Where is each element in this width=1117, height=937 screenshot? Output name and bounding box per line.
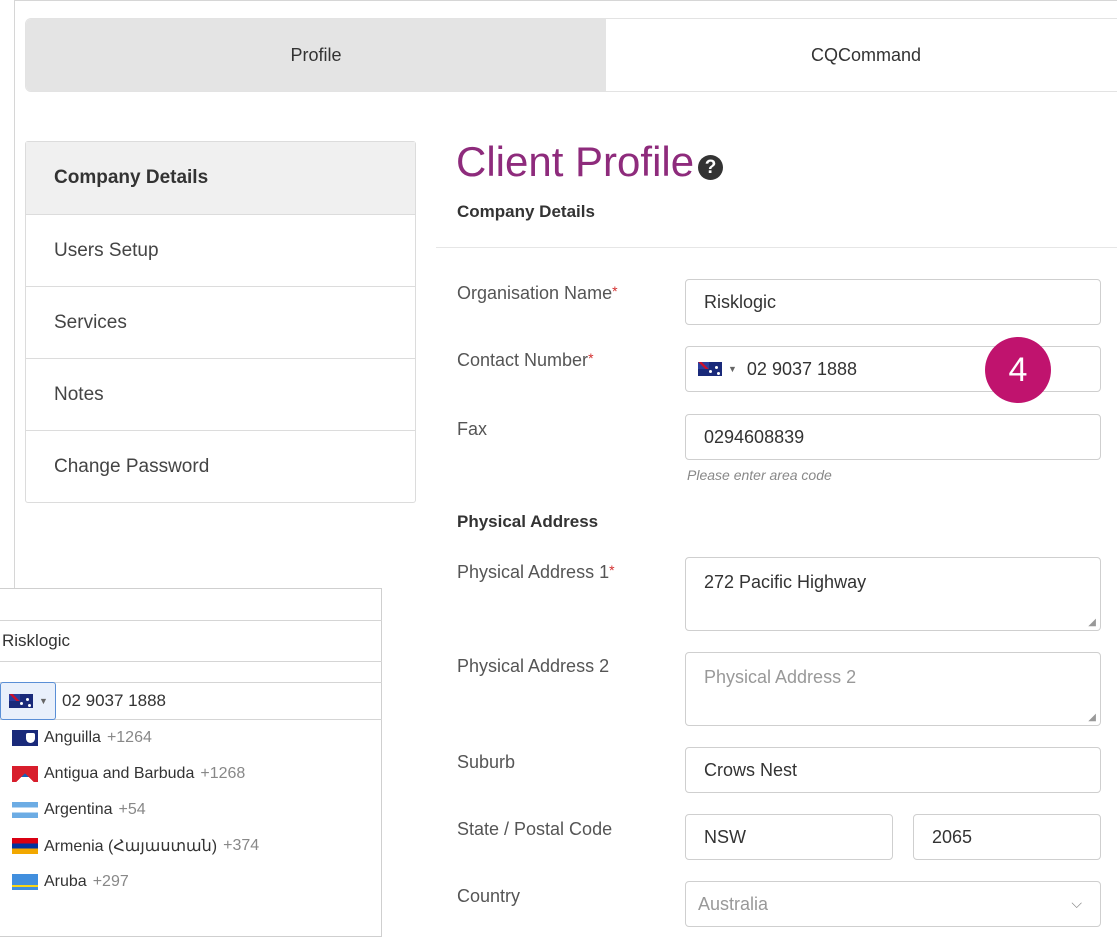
fax-label: Fax: [457, 419, 488, 439]
contact-number-label: Contact Number*: [457, 350, 594, 370]
page-title-text: Client Profile: [456, 138, 695, 185]
state-postal-label: State / Postal Code: [457, 819, 613, 839]
sidebar-item-company-details[interactable]: Company Details: [26, 142, 415, 214]
anguilla-flag-icon: [12, 730, 38, 746]
state-value: NSW: [704, 826, 746, 847]
org-name-input[interactable]: Risklogic: [685, 279, 1101, 325]
sidebar-item-users-setup[interactable]: Users Setup: [26, 214, 415, 286]
country-option-antigua[interactable]: Antigua and Barbuda +1268: [0, 756, 382, 792]
australia-flag-icon[interactable]: [698, 362, 722, 376]
country-dropdown-list: Anguilla +1264 Antigua and Barbuda +1268 A…: [0, 720, 382, 937]
country-select[interactable]: Australia ⌵: [685, 881, 1101, 927]
step-badge: 4: [985, 337, 1051, 403]
resize-handle-icon[interactable]: ◢: [1088, 617, 1096, 628]
antigua-flag-icon: [12, 766, 38, 782]
country-value: Australia: [698, 893, 769, 914]
country-code-dropdown-button[interactable]: ▼: [0, 682, 56, 720]
country-option-anguilla[interactable]: Anguilla +1264: [0, 720, 382, 756]
armenia-flag-icon: [12, 838, 38, 854]
page-subtitle: Company Details: [457, 202, 595, 221]
fax-hint: Please enter area code: [687, 467, 832, 483]
address2-textarea[interactable]: Physical Address 2 ◢: [685, 652, 1101, 726]
fax-value: 0294608839: [704, 426, 805, 447]
country-label: Country: [457, 886, 521, 906]
divider: [436, 247, 1117, 248]
suburb-value: Crows Nest: [704, 759, 798, 780]
resize-handle-icon[interactable]: ◢: [1088, 712, 1096, 723]
sidebar: Company Details Users Setup Services Not…: [25, 141, 416, 503]
tab-cqcommand[interactable]: CQCommand: [606, 19, 1117, 91]
caret-down-icon[interactable]: ▼: [728, 364, 737, 374]
tab-bar: Profile CQCommand: [25, 18, 1117, 92]
argentina-flag-icon: [12, 802, 38, 818]
zoom-panel: Risklogic ▼ 02 9037 1888 Anguilla +1264 A…: [0, 588, 382, 937]
org-name-label: Organisation Name*: [457, 283, 618, 303]
address1-value: 272 Pacific Highway: [704, 572, 867, 592]
physical-address-heading: Physical Address: [457, 512, 599, 531]
postal-code-value: 2065: [932, 826, 973, 847]
zoom-phone-value: 02 9037 1888: [62, 691, 166, 710]
contact-number-value: 02 9037 1888: [746, 358, 858, 379]
country-option-argentina[interactable]: Argentina +54: [0, 792, 382, 828]
address2-placeholder: Physical Address 2: [704, 667, 857, 687]
address1-label: Physical Address 1*: [457, 562, 615, 582]
aruba-flag-icon: [12, 874, 38, 890]
suburb-label: Suburb: [457, 752, 516, 772]
help-icon[interactable]: ?: [698, 154, 724, 180]
address1-textarea[interactable]: 272 Pacific Highway ◢: [685, 557, 1101, 631]
sidebar-item-notes[interactable]: Notes: [26, 358, 415, 430]
sidebar-item-change-password[interactable]: Change Password: [26, 430, 415, 502]
suburb-input[interactable]: Crows Nest: [685, 747, 1101, 793]
state-input[interactable]: NSW: [685, 814, 893, 860]
zoom-org-name-input[interactable]: Risklogic: [0, 620, 382, 662]
page-title: Client Profile ?: [456, 138, 724, 186]
chevron-down-icon[interactable]: ⌵: [1071, 895, 1082, 912]
country-option-armenia[interactable]: Armenia (Հայաստան) +374: [0, 828, 382, 864]
address2-label: Physical Address 2: [457, 656, 610, 676]
caret-down-icon: ▼: [39, 696, 48, 706]
zoom-phone-input[interactable]: ▼ 02 9037 1888: [0, 682, 382, 720]
zoom-org-value: Risklogic: [2, 631, 71, 650]
fax-input[interactable]: 0294608839: [685, 414, 1101, 460]
tab-profile[interactable]: Profile: [26, 19, 606, 91]
country-option-aruba[interactable]: Aruba +297: [0, 864, 382, 900]
australia-flag-icon: [9, 694, 33, 708]
org-name-value: Risklogic: [704, 291, 777, 312]
postal-code-input[interactable]: 2065: [913, 814, 1101, 860]
sidebar-item-services[interactable]: Services: [26, 286, 415, 358]
